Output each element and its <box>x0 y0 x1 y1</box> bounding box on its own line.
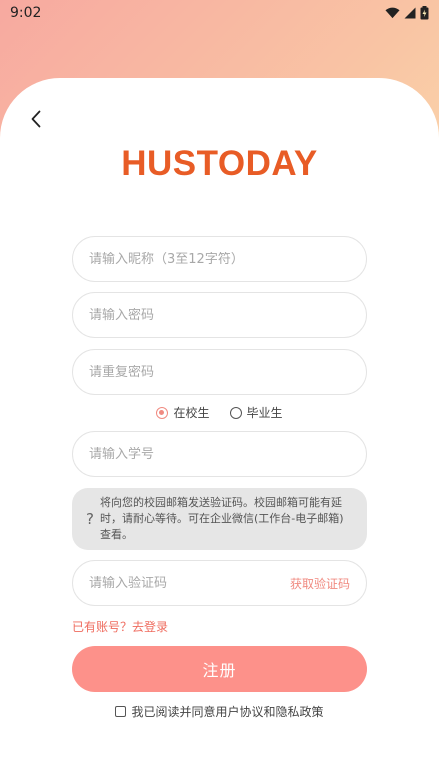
agreement-text: 我已阅读并同意用户协议和隐私政策 <box>131 705 324 719</box>
status-time: 9:02 <box>10 5 42 21</box>
student-type-group: 在校生 毕业生 <box>0 404 439 421</box>
wifi-icon <box>385 7 400 19</box>
battery-icon <box>420 6 429 20</box>
password-field[interactable] <box>72 292 367 338</box>
register-button[interactable]: 注册 <box>72 646 367 692</box>
login-link[interactable]: 已有账号？去登录 <box>72 618 168 635</box>
radio-current-student[interactable]: 在校生 <box>156 404 210 421</box>
status-bar: 9:02 <box>0 0 439 26</box>
nickname-input[interactable] <box>89 251 350 267</box>
confirm-password-field[interactable] <box>72 349 367 395</box>
student-id-field[interactable] <box>72 431 367 477</box>
radio-label-current-student: 在校生 <box>173 406 210 420</box>
chevron-left-icon <box>31 110 41 128</box>
radio-graduate[interactable]: 毕业生 <box>229 404 283 421</box>
verification-code-field[interactable]: 获取验证码 <box>72 560 367 606</box>
verification-code-input[interactable] <box>89 575 290 591</box>
notice-text: 将向您的校园邮箱发送验证码。校园邮箱可能有延时，请耐心等待。可在企业微信(工作台… <box>99 496 344 541</box>
signal-icon <box>404 7 416 19</box>
radio-unchecked-icon <box>229 406 242 419</box>
app-logo: HUSTODAY <box>121 144 318 183</box>
status-icons <box>385 6 429 20</box>
question-icon: ? <box>86 510 94 528</box>
agreement-checkbox[interactable] <box>115 706 127 717</box>
confirm-password-input[interactable] <box>89 364 350 380</box>
radio-label-graduate: 毕业生 <box>246 406 283 420</box>
agreement-row[interactable]: 我已阅读并同意用户协议和隐私政策 <box>0 703 439 720</box>
password-input[interactable] <box>89 307 350 323</box>
radio-checked-icon <box>156 406 169 419</box>
email-notice: ? 将向您的校园邮箱发送验证码。校园邮箱可能有延时，请耐心等待。可在企业微信(工… <box>72 488 367 550</box>
student-id-input[interactable] <box>89 446 350 462</box>
nickname-field[interactable] <box>72 236 367 282</box>
back-button[interactable] <box>26 108 46 130</box>
get-code-button[interactable]: 获取验证码 <box>290 575 350 592</box>
